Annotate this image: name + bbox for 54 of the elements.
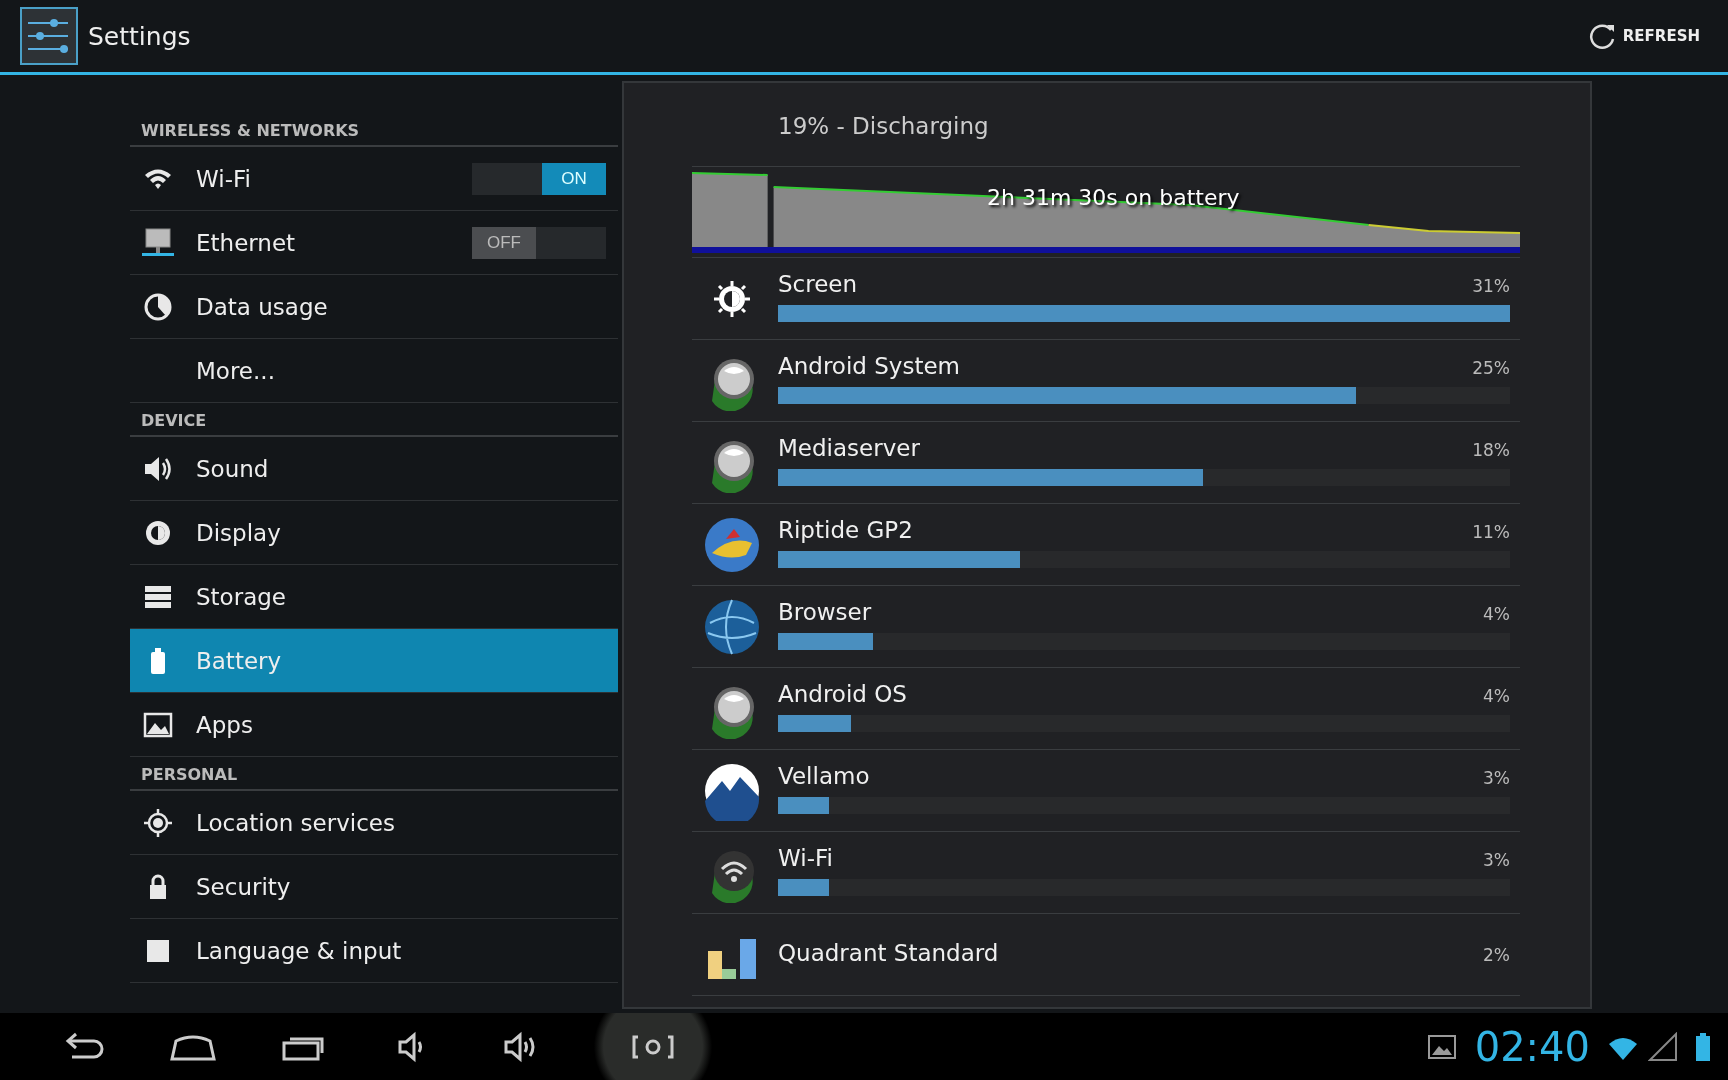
item-label: Data usage [196, 293, 329, 320]
item-label: Battery [196, 647, 283, 674]
item-label: Ethernet [196, 229, 297, 256]
item-label: Language & input [196, 937, 403, 964]
item-label: Apps [196, 711, 254, 738]
usage-percent: 4% [1483, 604, 1510, 624]
location-icon [142, 806, 174, 839]
app-name: Browser [778, 599, 872, 625]
usage-percent: 3% [1483, 768, 1510, 788]
settings-item[interactable]: Sound [130, 437, 618, 501]
refresh-button[interactable]: REFRESH [1578, 13, 1708, 59]
clock: 02:40 [1474, 1023, 1590, 1070]
settings-item[interactable]: Apps [130, 693, 618, 757]
settings-item[interactable]: Ethernet OFF [130, 211, 618, 275]
usage-percent: 2% [1483, 944, 1510, 965]
app-name: Android System [778, 353, 960, 379]
app-name: Mediaserver [778, 435, 920, 461]
section-header: WIRELESS & NETWORKS [130, 113, 618, 147]
app-name: Screen [778, 271, 858, 297]
app-name: Riptide GP2 [778, 517, 913, 543]
settings-item[interactable]: Wi-Fi ON [130, 147, 618, 211]
usage-percent: 4% [1483, 686, 1510, 706]
settings-item[interactable]: Display [130, 501, 618, 565]
item-label: More... [196, 357, 276, 384]
toggle-switch[interactable]: ON [472, 162, 606, 195]
monitor-icon [142, 226, 174, 259]
item-label: Display [196, 519, 282, 546]
item-label: Storage [196, 583, 287, 610]
usage-percent: 31% [1472, 276, 1510, 296]
item-label: Security [196, 873, 292, 900]
section-header: DEVICE [130, 403, 618, 437]
toggle-switch[interactable]: OFF [472, 226, 606, 259]
signal-icon [1648, 1031, 1678, 1062]
battery-status: 19% - Discharging [692, 83, 1520, 167]
section-header: PERSONAL [130, 757, 618, 791]
app-name: Quadrant Standard [778, 939, 999, 966]
usage-percent: 11% [1472, 522, 1510, 542]
usage-percent: 18% [1472, 440, 1510, 460]
app-name: Android OS [778, 681, 907, 707]
app-name: Vellamo [778, 763, 870, 789]
settings-item[interactable]: Battery [130, 629, 618, 693]
settings-item[interactable]: Language & input [130, 919, 618, 983]
app-name: Wi-Fi [778, 845, 833, 871]
item-label: Sound [196, 455, 270, 482]
settings-item[interactable]: More... [130, 339, 618, 403]
settings-item[interactable]: Data usage [130, 275, 618, 339]
settings-sliders-icon[interactable] [20, 7, 78, 65]
usage-percent: 3% [1483, 850, 1510, 870]
app-title: Settings [88, 21, 192, 51]
settings-item[interactable]: Security [130, 855, 618, 919]
usage-percent: 25% [1472, 358, 1510, 378]
item-label: Location services [196, 809, 396, 836]
settings-item[interactable]: Location services [130, 791, 618, 855]
item-label: Wi-Fi [196, 165, 252, 192]
